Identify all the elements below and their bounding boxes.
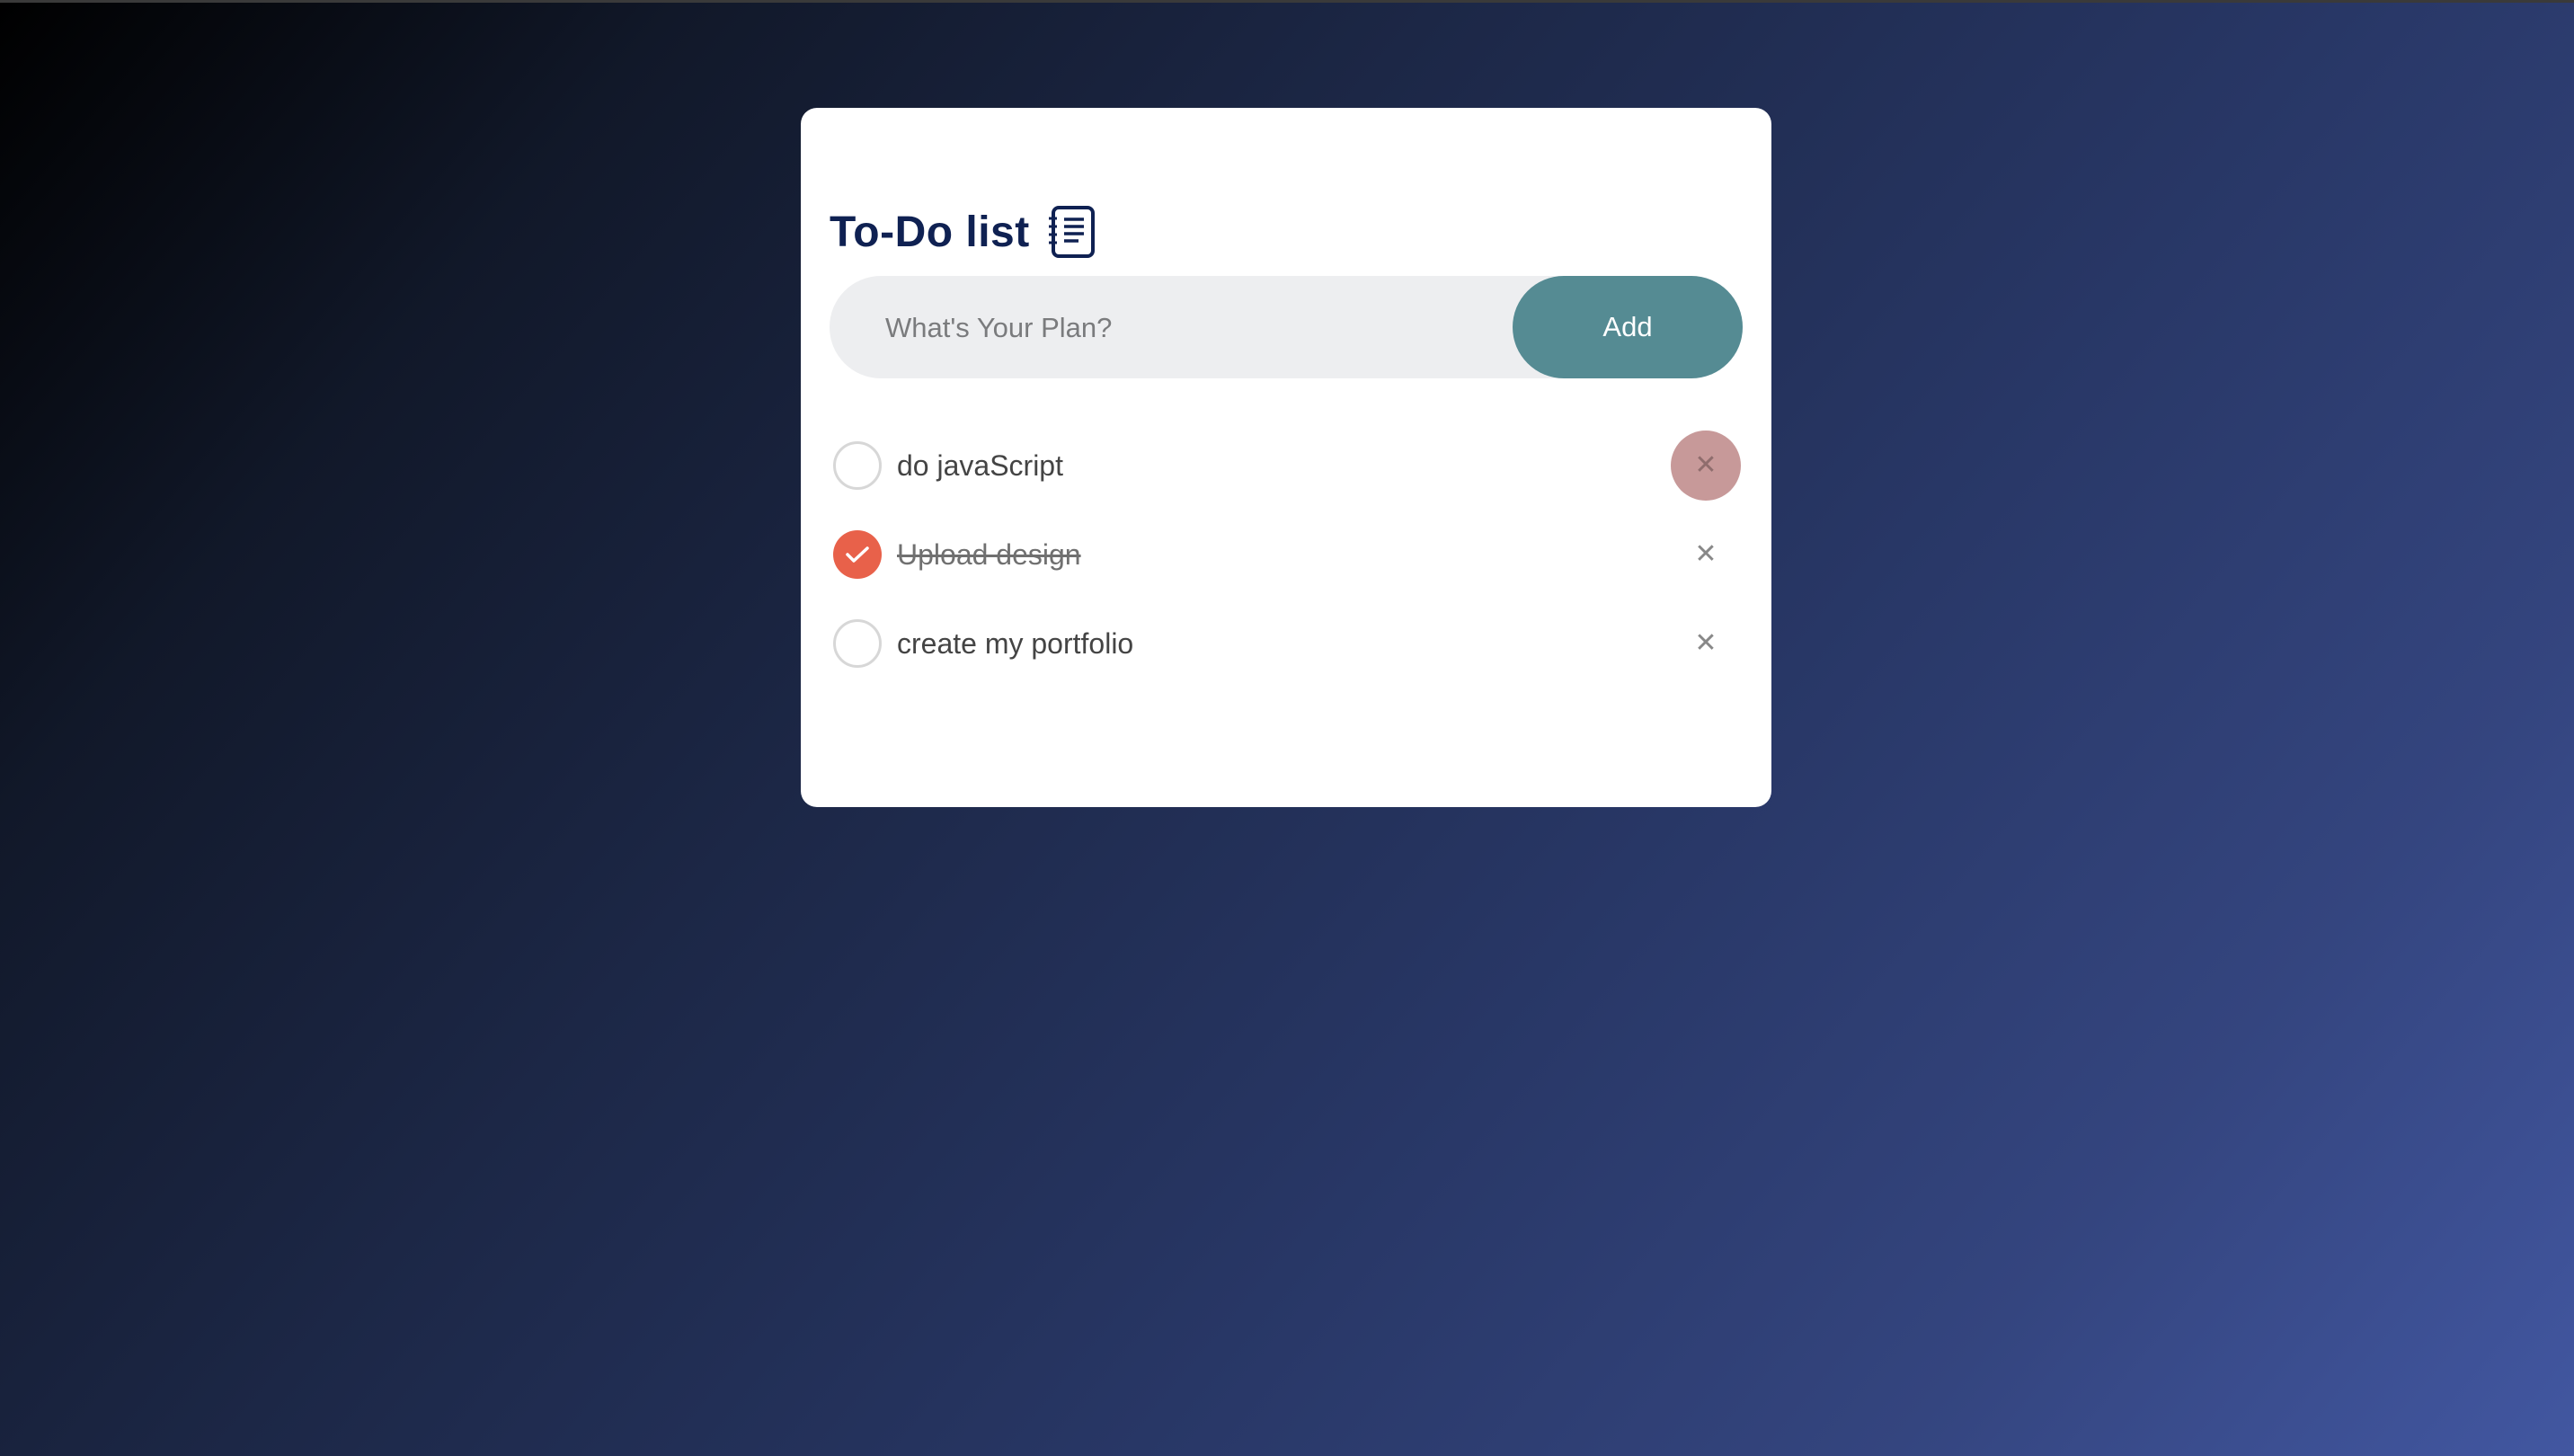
close-icon[interactable]: ✕ [1671,431,1741,501]
task-checkbox[interactable] [833,619,882,668]
close-icon[interactable]: ✕ [1671,519,1741,590]
task-input-row: Add [830,276,1743,380]
title-row: To-Do list [830,198,1096,266]
add-button[interactable]: Add [1513,276,1743,378]
close-icon[interactable]: ✕ [1671,608,1741,679]
task-checkbox[interactable] [833,530,882,579]
todo-card: To-Do list Add do javaScript ✕ [801,108,1771,807]
page-title: To-Do list [830,208,1030,256]
task-text: Upload design [897,538,1081,571]
list-item[interactable]: Upload design ✕ [830,519,1743,590]
task-text: do javaScript [897,449,1063,482]
task-text: create my portfolio [897,627,1134,660]
check-icon [846,546,869,563]
task-input[interactable] [883,276,1462,380]
task-checkbox[interactable] [833,441,882,490]
list-item[interactable]: create my portfolio ✕ [830,608,1743,679]
window-top-edge [0,0,2574,3]
list-item[interactable]: do javaScript ✕ [830,430,1743,502]
notebook-list-icon [1046,205,1096,259]
